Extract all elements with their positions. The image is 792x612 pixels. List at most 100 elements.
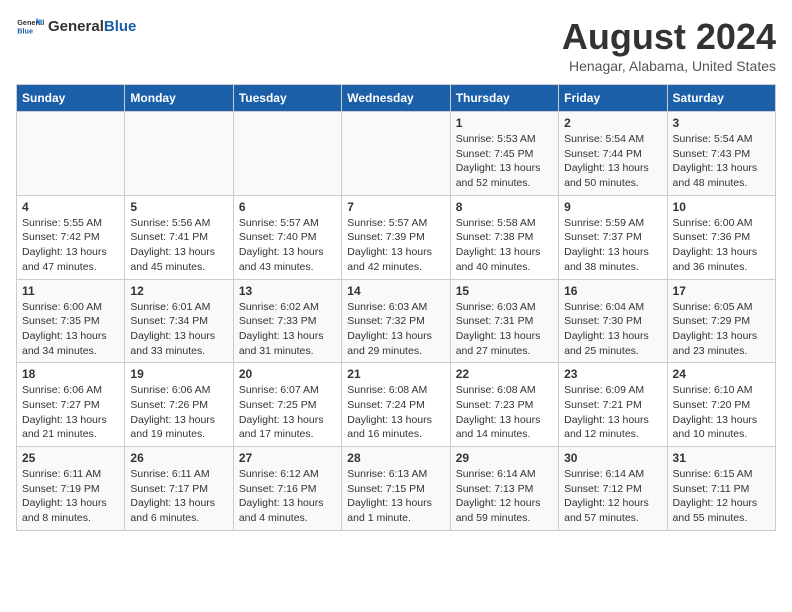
calendar-cell: 15 Sunrise: 6:03 AM Sunset: 7:31 PM Dayli… — [450, 279, 558, 363]
calendar-cell: 10 Sunrise: 6:00 AM Sunset: 7:36 PM Dayli… — [667, 195, 775, 279]
calendar-week-4: 18Sunrise: 6:06 AM Sunset: 7:27 PM Dayli… — [17, 363, 776, 447]
day-number: 10 — [673, 200, 770, 214]
day-info: Sunrise: 5:57 AM Sunset: 7:40 PM Dayligh… — [239, 216, 336, 275]
day-info: Sunrise: 6:14 AM Sunset: 7:12 PM Dayligh… — [564, 467, 661, 526]
calendar-cell: 3 Sunrise: 5:54 AM Sunset: 7:43 PM Daylig… — [667, 112, 775, 196]
calendar-cell: 26 Sunrise: 6:11 AM Sunset: 7:17 PM Dayli… — [125, 447, 233, 531]
calendar-cell: 7 Sunrise: 5:57 AM Sunset: 7:39 PM Daylig… — [342, 195, 450, 279]
day-number: 26 — [130, 451, 227, 465]
logo-icon: General Blue — [16, 16, 44, 36]
day-number: 13 — [239, 284, 336, 298]
day-info: Sunrise: 6:01 AM Sunset: 7:34 PM Dayligh… — [130, 300, 227, 359]
day-info: Sunrise: 5:57 AM Sunset: 7:39 PM Dayligh… — [347, 216, 444, 275]
day-number: 12 — [130, 284, 227, 298]
day-number: 21 — [347, 367, 444, 381]
column-header-wednesday: Wednesday — [342, 85, 450, 112]
day-number: 15 — [456, 284, 553, 298]
calendar-cell: 4Sunrise: 5:55 AM Sunset: 7:42 PM Daylig… — [17, 195, 125, 279]
day-info: Sunrise: 6:00 AM Sunset: 7:35 PM Dayligh… — [22, 300, 119, 359]
calendar-cell: 6 Sunrise: 5:57 AM Sunset: 7:40 PM Daylig… — [233, 195, 341, 279]
calendar-cell: 1Sunrise: 5:53 AM Sunset: 7:45 PM Daylig… — [450, 112, 558, 196]
calendar-cell: 17Sunrise: 6:05 AM Sunset: 7:29 PM Dayli… — [667, 279, 775, 363]
day-number: 19 — [130, 367, 227, 381]
calendar-cell — [125, 112, 233, 196]
day-number: 7 — [347, 200, 444, 214]
day-number: 22 — [456, 367, 553, 381]
calendar-week-3: 11 Sunrise: 6:00 AM Sunset: 7:35 PM Dayli… — [17, 279, 776, 363]
column-header-tuesday: Tuesday — [233, 85, 341, 112]
day-info: Sunrise: 5:54 AM Sunset: 7:43 PM Dayligh… — [673, 132, 770, 191]
day-info: Sunrise: 6:06 AM Sunset: 7:26 PM Dayligh… — [130, 383, 227, 442]
day-number: 8 — [456, 200, 553, 214]
day-info: Sunrise: 6:14 AM Sunset: 7:13 PM Dayligh… — [456, 467, 553, 526]
logo-blue-text: Blue — [104, 18, 137, 35]
calendar-week-2: 4Sunrise: 5:55 AM Sunset: 7:42 PM Daylig… — [17, 195, 776, 279]
logo: General Blue GeneralBlue — [16, 16, 136, 36]
calendar-cell — [233, 112, 341, 196]
calendar-table: SundayMondayTuesdayWednesdayThursdayFrid… — [16, 84, 776, 531]
day-info: Sunrise: 6:03 AM Sunset: 7:32 PM Dayligh… — [347, 300, 444, 359]
day-number: 18 — [22, 367, 119, 381]
day-number: 29 — [456, 451, 553, 465]
calendar-cell — [17, 112, 125, 196]
day-number: 28 — [347, 451, 444, 465]
day-info: Sunrise: 6:09 AM Sunset: 7:21 PM Dayligh… — [564, 383, 661, 442]
day-number: 31 — [673, 451, 770, 465]
day-info: Sunrise: 6:12 AM Sunset: 7:16 PM Dayligh… — [239, 467, 336, 526]
calendar-week-5: 25 Sunrise: 6:11 AM Sunset: 7:19 PM Dayli… — [17, 447, 776, 531]
calendar-cell: 5 Sunrise: 5:56 AM Sunset: 7:41 PM Daylig… — [125, 195, 233, 279]
day-number: 14 — [347, 284, 444, 298]
day-number: 17 — [673, 284, 770, 298]
column-header-monday: Monday — [125, 85, 233, 112]
day-number: 6 — [239, 200, 336, 214]
main-title: August 2024 — [562, 16, 776, 58]
day-number: 24 — [673, 367, 770, 381]
calendar-cell: 20Sunrise: 6:07 AM Sunset: 7:25 PM Dayli… — [233, 363, 341, 447]
day-info: Sunrise: 6:11 AM Sunset: 7:17 PM Dayligh… — [130, 467, 227, 526]
day-number: 11 — [22, 284, 119, 298]
calendar-cell: 2 Sunrise: 5:54 AM Sunset: 7:44 PM Daylig… — [559, 112, 667, 196]
day-number: 3 — [673, 116, 770, 130]
calendar-cell: 31 Sunrise: 6:15 AM Sunset: 7:11 PM Dayli… — [667, 447, 775, 531]
day-info: Sunrise: 5:54 AM Sunset: 7:44 PM Dayligh… — [564, 132, 661, 191]
logo-general-text: General — [48, 18, 104, 35]
calendar-cell: 18Sunrise: 6:06 AM Sunset: 7:27 PM Dayli… — [17, 363, 125, 447]
calendar-cell: 24Sunrise: 6:10 AM Sunset: 7:20 PM Dayli… — [667, 363, 775, 447]
day-info: Sunrise: 5:56 AM Sunset: 7:41 PM Dayligh… — [130, 216, 227, 275]
calendar-cell: 8 Sunrise: 5:58 AM Sunset: 7:38 PM Daylig… — [450, 195, 558, 279]
calendar-cell — [342, 112, 450, 196]
day-info: Sunrise: 6:13 AM Sunset: 7:15 PM Dayligh… — [347, 467, 444, 526]
calendar-cell: 21 Sunrise: 6:08 AM Sunset: 7:24 PM Dayli… — [342, 363, 450, 447]
day-info: Sunrise: 6:04 AM Sunset: 7:30 PM Dayligh… — [564, 300, 661, 359]
day-info: Sunrise: 6:08 AM Sunset: 7:24 PM Dayligh… — [347, 383, 444, 442]
day-number: 1 — [456, 116, 553, 130]
day-info: Sunrise: 6:15 AM Sunset: 7:11 PM Dayligh… — [673, 467, 770, 526]
calendar-cell: 29 Sunrise: 6:14 AM Sunset: 7:13 PM Dayli… — [450, 447, 558, 531]
day-number: 4 — [22, 200, 119, 214]
calendar-cell: 16 Sunrise: 6:04 AM Sunset: 7:30 PM Dayli… — [559, 279, 667, 363]
day-number: 2 — [564, 116, 661, 130]
day-number: 16 — [564, 284, 661, 298]
day-info: Sunrise: 6:00 AM Sunset: 7:36 PM Dayligh… — [673, 216, 770, 275]
calendar-cell: 14 Sunrise: 6:03 AM Sunset: 7:32 PM Dayli… — [342, 279, 450, 363]
day-number: 5 — [130, 200, 227, 214]
day-number: 9 — [564, 200, 661, 214]
calendar-cell: 28 Sunrise: 6:13 AM Sunset: 7:15 PM Dayli… — [342, 447, 450, 531]
day-number: 27 — [239, 451, 336, 465]
day-info: Sunrise: 6:11 AM Sunset: 7:19 PM Dayligh… — [22, 467, 119, 526]
calendar-cell: 30 Sunrise: 6:14 AM Sunset: 7:12 PM Dayli… — [559, 447, 667, 531]
day-number: 30 — [564, 451, 661, 465]
svg-text:Blue: Blue — [17, 26, 33, 35]
calendar-header-row: SundayMondayTuesdayWednesdayThursdayFrid… — [17, 85, 776, 112]
title-area: August 2024 Henagar, Alabama, United Sta… — [562, 16, 776, 74]
calendar-cell: 12 Sunrise: 6:01 AM Sunset: 7:34 PM Dayli… — [125, 279, 233, 363]
calendar-cell: 9Sunrise: 5:59 AM Sunset: 7:37 PM Daylig… — [559, 195, 667, 279]
calendar-cell: 19 Sunrise: 6:06 AM Sunset: 7:26 PM Dayli… — [125, 363, 233, 447]
column-header-saturday: Saturday — [667, 85, 775, 112]
day-number: 23 — [564, 367, 661, 381]
calendar-cell: 13Sunrise: 6:02 AM Sunset: 7:33 PM Dayli… — [233, 279, 341, 363]
calendar-cell: 11 Sunrise: 6:00 AM Sunset: 7:35 PM Dayli… — [17, 279, 125, 363]
day-number: 25 — [22, 451, 119, 465]
day-info: Sunrise: 6:03 AM Sunset: 7:31 PM Dayligh… — [456, 300, 553, 359]
day-info: Sunrise: 5:58 AM Sunset: 7:38 PM Dayligh… — [456, 216, 553, 275]
